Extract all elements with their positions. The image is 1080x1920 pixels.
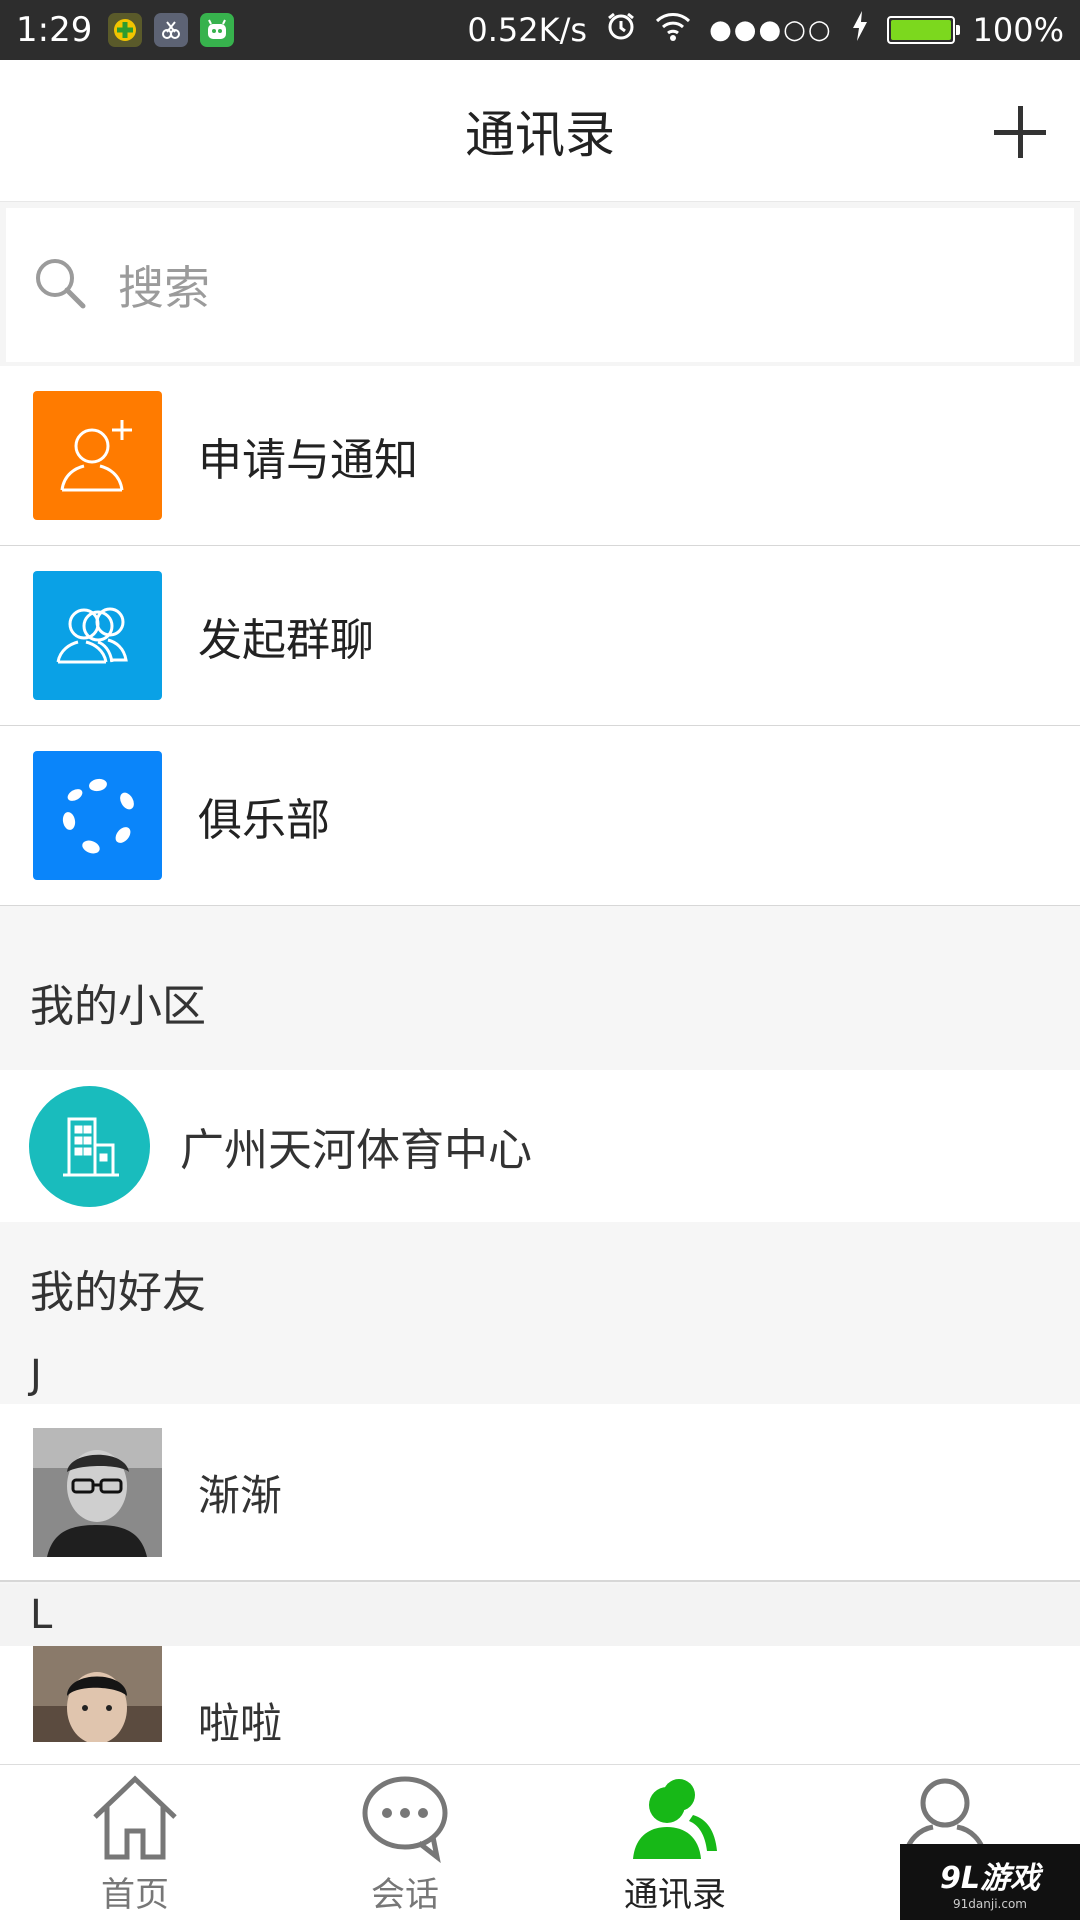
chat-icon bbox=[357, 1773, 453, 1867]
friend-item[interactable]: 渐渐 bbox=[0, 1404, 1080, 1582]
fn-label: 俱乐部 bbox=[198, 794, 330, 846]
club-item[interactable]: 俱乐部 bbox=[0, 726, 1080, 906]
club-icon bbox=[33, 751, 162, 880]
contacts-icon bbox=[627, 1773, 723, 1867]
search-input[interactable]: 搜索 bbox=[118, 252, 210, 318]
function-list: 申请与通知 发起群聊 俱乐部 bbox=[0, 366, 1080, 906]
search-bar[interactable]: 搜索 bbox=[6, 208, 1074, 362]
search-icon bbox=[32, 255, 88, 315]
community-name: 广州天河体育中心 bbox=[180, 1125, 532, 1176]
tab-contacts[interactable]: 通讯录 bbox=[540, 1765, 810, 1920]
page-title: 通讯录 bbox=[465, 105, 615, 164]
status-bar: 1:29 0.52K/s ●●●○○ 100% bbox=[0, 0, 1080, 60]
tab-label: 会话 bbox=[371, 1875, 439, 1915]
tab-home[interactable]: 首页 bbox=[0, 1765, 270, 1920]
battery-percent: 100% bbox=[972, 11, 1064, 49]
watermark-main: 9L游戏 bbox=[940, 1861, 1040, 1896]
status-time: 1:29 bbox=[16, 10, 93, 50]
index-letter: J bbox=[30, 1352, 42, 1398]
building-icon bbox=[29, 1085, 150, 1207]
watermark-logo: 9L游戏 91danji.com bbox=[900, 1844, 1080, 1920]
plus-icon[interactable] bbox=[986, 98, 1054, 166]
charging-icon bbox=[851, 10, 869, 50]
app-tray-icon-2 bbox=[154, 13, 189, 47]
status-right: 0.52K/s ●●●○○ 100% bbox=[467, 10, 1064, 50]
index-letter: L bbox=[30, 1592, 53, 1638]
letter-index-j: J bbox=[0, 1346, 1080, 1404]
wifi-icon bbox=[655, 11, 691, 49]
friend-item[interactable]: 啦啦 bbox=[0, 1646, 1080, 1764]
group-chat-item[interactable]: 发起群聊 bbox=[0, 546, 1080, 726]
watermark-sub: 91danji.com bbox=[953, 1897, 1027, 1911]
tab-label: 首页 bbox=[101, 1875, 169, 1915]
avatar bbox=[33, 1427, 162, 1557]
battery-icon bbox=[886, 16, 960, 44]
tab-label: 通讯录 bbox=[624, 1875, 726, 1915]
community-item[interactable]: 广州天河体育中心 bbox=[0, 1070, 1080, 1222]
section-title: 我的好友 bbox=[30, 1267, 206, 1318]
app-tray-icon bbox=[108, 13, 143, 47]
apply-notify-item[interactable]: 申请与通知 bbox=[0, 366, 1080, 546]
section-title: 我的小区 bbox=[30, 981, 206, 1032]
app-tray-icon-3 bbox=[200, 13, 235, 47]
tab-chat[interactable]: 会话 bbox=[270, 1765, 540, 1920]
fn-label: 发起群聊 bbox=[198, 614, 374, 666]
header: 通讯录 bbox=[0, 60, 1080, 202]
friend-name: 渐渐 bbox=[198, 1470, 283, 1520]
fn-label: 申请与通知 bbox=[198, 434, 418, 486]
letter-index-l: L bbox=[0, 1584, 1080, 1646]
group-icon bbox=[33, 571, 162, 700]
community-section-header: 我的小区 bbox=[0, 906, 1080, 1070]
network-speed: 0.52K/s bbox=[467, 11, 588, 49]
friend-name: 啦啦 bbox=[198, 1699, 283, 1748]
friends-section-header: 我的好友 bbox=[0, 1222, 1080, 1346]
add-contact-icon bbox=[33, 391, 162, 520]
battery-fill bbox=[890, 20, 951, 40]
signal-strength: ●●●○○ bbox=[709, 15, 833, 45]
alarm-icon bbox=[605, 10, 637, 50]
home-icon bbox=[87, 1773, 183, 1867]
avatar bbox=[33, 1646, 162, 1742]
